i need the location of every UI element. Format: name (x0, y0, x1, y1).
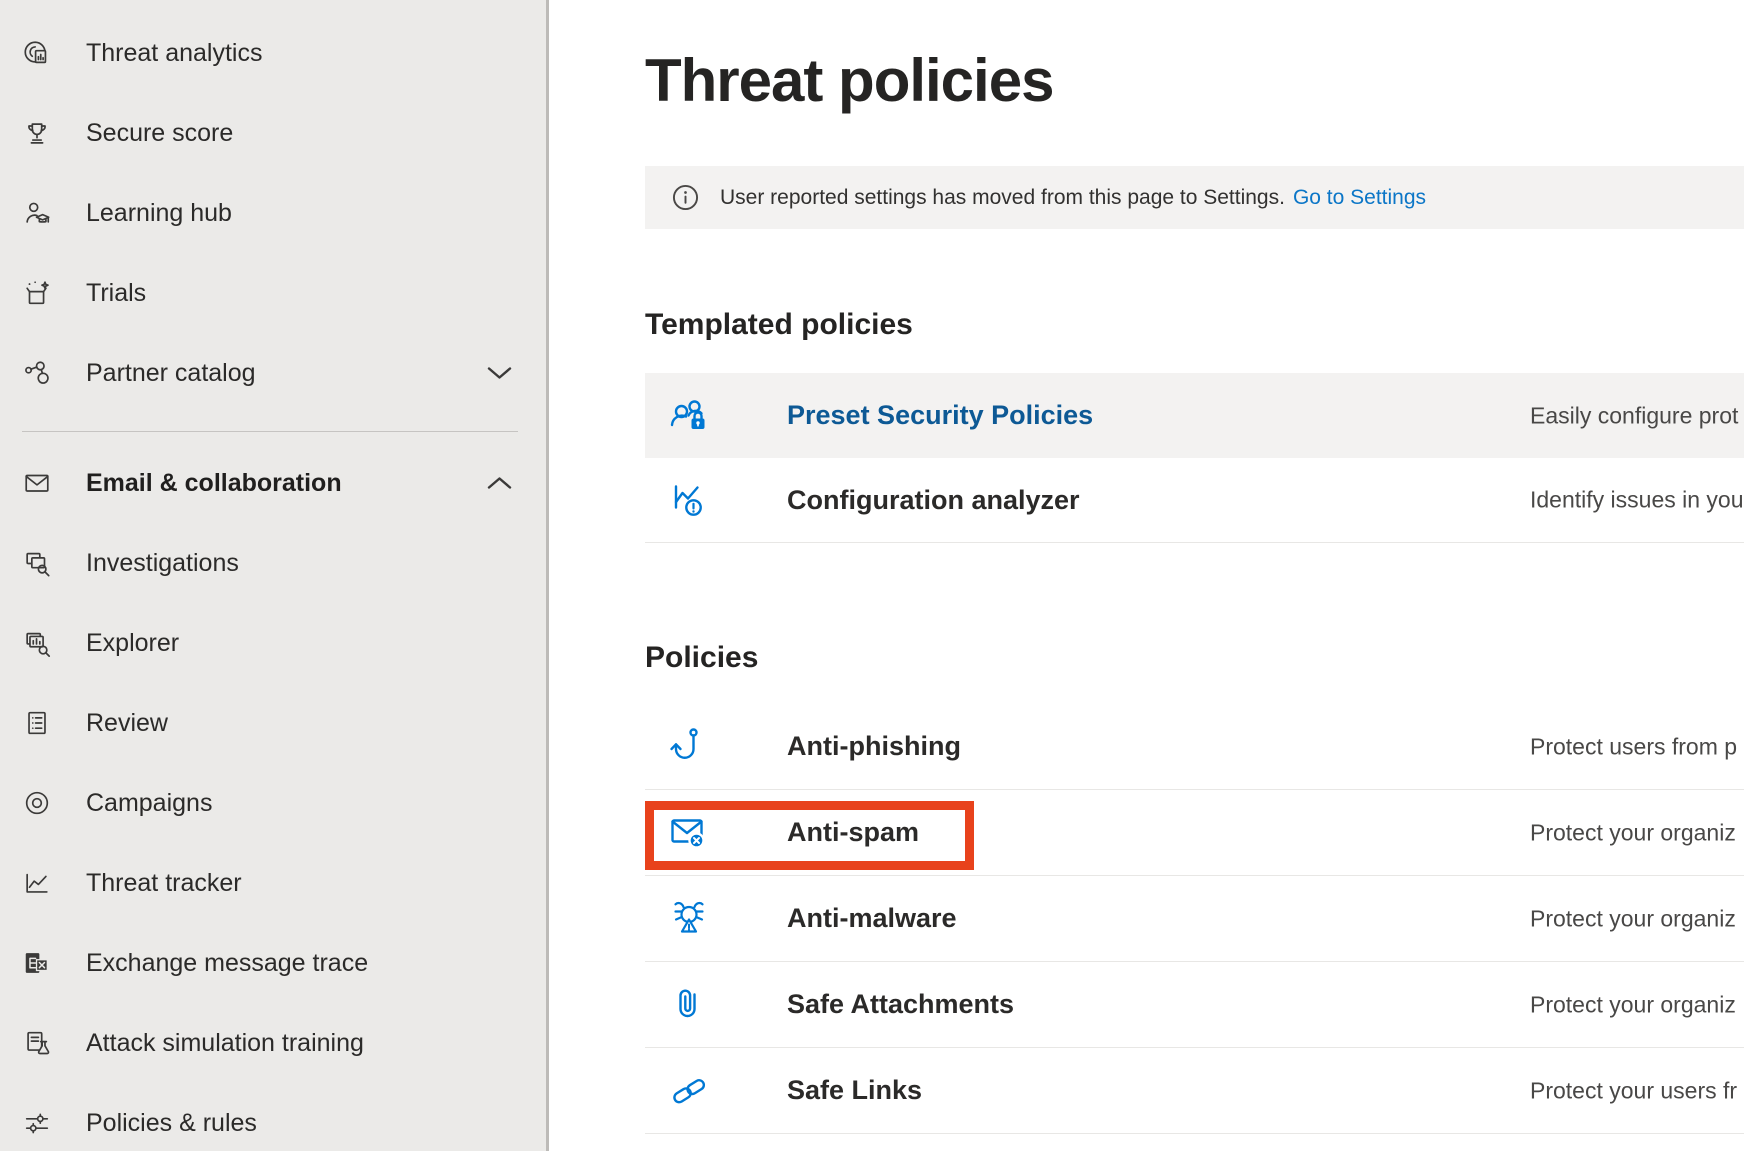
sidebar-item-exchange-message-trace[interactable]: Exchange message trace (0, 923, 549, 1003)
configuration-analyzer-icon (667, 478, 711, 522)
learning-hub-icon (22, 198, 52, 228)
sidebar-item-label: Learning hub (86, 199, 232, 228)
row-description: Easily configure prot (1530, 402, 1738, 429)
row-description: Protect your organiz (1530, 991, 1736, 1018)
sidebar-item-label: Exchange message trace (86, 949, 368, 978)
sidebar-item-attack-simulation-training[interactable]: Attack simulation training (0, 1003, 549, 1083)
exchange-icon (22, 948, 52, 978)
preset-security-icon (667, 394, 711, 438)
sidebar-item-threat-analytics[interactable]: Threat analytics (0, 13, 549, 93)
policies-heading: Policies (645, 639, 758, 677)
info-banner: User reported settings has moved from th… (645, 166, 1744, 229)
explorer-icon (22, 628, 52, 658)
go-to-settings-link[interactable]: Go to Settings (1293, 186, 1426, 210)
row-label: Safe Attachments (787, 989, 1014, 1020)
policies-list: Anti-phishing Protect users from p Anti-… (645, 704, 1744, 1134)
sidebar-item-label: Review (86, 709, 168, 738)
row-anti-malware[interactable]: Anti-malware Protect your organiz (645, 876, 1744, 962)
banner-message: User reported settings has moved from th… (720, 186, 1285, 210)
row-safe-attachments[interactable]: Safe Attachments Protect your organiz (645, 962, 1744, 1048)
trials-icon (22, 278, 52, 308)
anti-phishing-icon (667, 725, 711, 769)
row-description: Protect your organiz (1530, 905, 1736, 932)
row-label: Configuration analyzer (787, 485, 1080, 516)
investigations-icon (22, 548, 52, 578)
sidebar-divider (22, 431, 518, 432)
sidebar-item-email-collaboration[interactable]: Email & collaboration (0, 443, 549, 523)
sidebar-item-label: Explorer (86, 629, 179, 658)
row-description: Protect your organiz (1530, 819, 1736, 846)
sidebar-item-threat-tracker[interactable]: Threat tracker (0, 843, 549, 923)
sidebar-item-policies-rules[interactable]: Policies & rules (0, 1083, 549, 1151)
sidebar-item-review[interactable]: Review (0, 683, 549, 763)
row-preset-security-policies[interactable]: Preset Security Policies Easily configur… (645, 373, 1744, 458)
row-label: Anti-malware (787, 903, 957, 934)
row-configuration-analyzer[interactable]: Configuration analyzer Identify issues i… (645, 458, 1744, 543)
sidebar-item-campaigns[interactable]: Campaigns (0, 763, 549, 843)
sidebar-item-label: Threat analytics (86, 39, 262, 68)
sidebar-item-learning-hub[interactable]: Learning hub (0, 173, 549, 253)
sidebar-item-label: Partner catalog (86, 359, 256, 388)
sidebar-nav-list: Threat analytics Secure score (0, 0, 549, 1151)
row-description: Identify issues in you (1530, 487, 1744, 514)
sidebar-item-label: Attack simulation training (86, 1029, 364, 1058)
trophy-icon (22, 118, 52, 148)
sidebar-item-secure-score[interactable]: Secure score (0, 93, 549, 173)
row-label: Preset Security Policies (787, 400, 1093, 431)
row-anti-phishing[interactable]: Anti-phishing Protect users from p (645, 704, 1744, 790)
chain-links-icon (667, 1069, 711, 1113)
paperclip-icon (667, 983, 711, 1027)
info-icon (672, 184, 699, 211)
row-label: Anti-spam (787, 817, 919, 848)
threat-analytics-icon (22, 38, 52, 68)
sidebar-item-label: Investigations (86, 549, 239, 578)
sliders-icon (22, 1108, 52, 1138)
sidebar-item-trials[interactable]: Trials (0, 253, 549, 333)
page-title: Threat policies (645, 46, 1053, 116)
row-safe-links[interactable]: Safe Links Protect your users fr (645, 1048, 1744, 1134)
chevron-down-icon (487, 365, 512, 381)
envelope-icon (22, 468, 52, 498)
row-label: Safe Links (787, 1075, 922, 1106)
sidebar-item-label: Campaigns (86, 789, 212, 818)
campaigns-icon (22, 788, 52, 818)
sidebar-item-explorer[interactable]: Explorer (0, 603, 549, 683)
sidebar-item-partner-catalog[interactable]: Partner catalog (0, 333, 549, 413)
anti-spam-icon (667, 811, 711, 855)
anti-malware-icon (667, 897, 711, 941)
row-label: Anti-phishing (787, 731, 961, 762)
sidebar-item-label: Email & collaboration (86, 469, 342, 498)
main-content: Threat policies User reported settings h… (549, 0, 1744, 1151)
row-description: Protect users from p (1530, 733, 1737, 760)
partner-catalog-icon (22, 358, 52, 388)
attack-sim-icon (22, 1028, 52, 1058)
sidebar-item-label: Policies & rules (86, 1109, 257, 1138)
chevron-up-icon (487, 475, 512, 491)
sidebar-item-label: Secure score (86, 119, 233, 148)
sidebar-item-label: Threat tracker (86, 869, 242, 898)
templated-policies-heading: Templated policies (645, 306, 913, 344)
row-description: Protect your users fr (1530, 1077, 1737, 1104)
review-icon (22, 708, 52, 738)
row-anti-spam[interactable]: Anti-spam Protect your organiz (645, 790, 1744, 876)
sidebar-item-investigations[interactable]: Investigations (0, 523, 549, 603)
sidebar-item-label: Trials (86, 279, 146, 308)
threat-tracker-icon (22, 868, 52, 898)
templated-policies-list: Preset Security Policies Easily configur… (645, 373, 1744, 543)
sidebar-nav: Threat analytics Secure score (0, 0, 549, 1151)
